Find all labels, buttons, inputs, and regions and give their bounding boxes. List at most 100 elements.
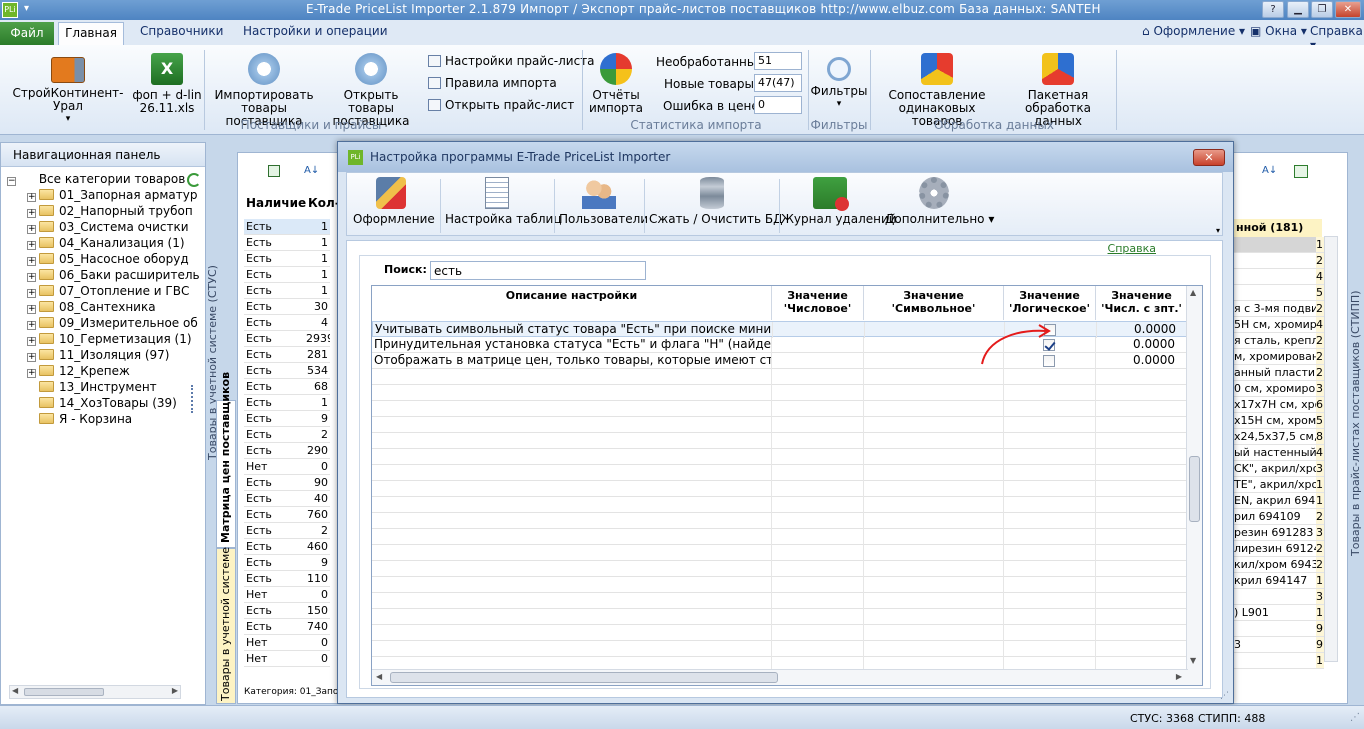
tree-item[interactable]: +06_Баки расширитель <box>27 267 200 283</box>
cell-numeric[interactable] <box>772 401 864 417</box>
right-cell-name[interactable]: рил 694109 <box>1234 509 1316 525</box>
cell-numeric[interactable] <box>772 385 864 401</box>
expand-icon[interactable]: + <box>27 289 36 298</box>
settings-row[interactable] <box>372 561 1188 577</box>
settings-row[interactable]: Принудительная установка статуса "Есть" … <box>372 337 1188 353</box>
matrix-cell-quantity[interactable]: 4 <box>306 315 330 331</box>
compare-button[interactable]: Сопоставление одинаковых товаров <box>874 53 1000 128</box>
matrix-cell-availability[interactable]: Есть <box>244 539 306 555</box>
cell-logical[interactable] <box>1004 625 1096 641</box>
expand-icon[interactable]: + <box>27 369 36 378</box>
cell-description[interactable] <box>372 369 772 385</box>
tab-accounting-goods[interactable]: Товары в учетной системе <box>216 547 236 704</box>
cell-description[interactable] <box>372 497 772 513</box>
right-cell-value[interactable]: 1 <box>1316 477 1324 493</box>
scroll-right-icon[interactable]: ▶ <box>172 686 178 695</box>
tree-item[interactable]: +04_Канализация (1) <box>27 235 185 251</box>
matrix-cell-availability[interactable]: Есть <box>244 395 306 411</box>
help-link[interactable]: Справка <box>1108 242 1156 255</box>
matrix-cell-availability[interactable]: Нет <box>244 459 306 475</box>
cell-decimal[interactable] <box>1096 465 1188 481</box>
expand-icon[interactable]: + <box>27 257 36 266</box>
right-cell-name[interactable]: x24,5x37,5 см, x <box>1234 429 1316 445</box>
expand-icon[interactable]: + <box>27 273 36 282</box>
matrix-cell-availability[interactable]: Есть <box>244 571 306 587</box>
right-cell-value[interactable]: 2 <box>1316 253 1324 269</box>
right-cell-value[interactable]: 2 <box>1316 541 1324 557</box>
tree-item[interactable]: +11_Изоляция (97) <box>27 347 170 363</box>
right-cell-name[interactable]: крил 694147 <box>1234 573 1316 589</box>
right-cell-value[interactable]: 1 <box>1316 573 1324 589</box>
cell-logical[interactable] <box>1004 385 1096 401</box>
matrix-cell-availability[interactable]: Есть <box>244 475 306 491</box>
right-cell-name[interactable]: я с 3-мя подви <box>1234 301 1316 317</box>
cell-symbolic[interactable] <box>864 465 1004 481</box>
tab-stipp[interactable]: Товары в прайс-листах поставщиков (СТИПП… <box>1349 256 1362 557</box>
right-cell-value[interactable]: 1 <box>1316 653 1324 669</box>
cell-logical[interactable] <box>1004 577 1096 593</box>
cell-description[interactable] <box>372 481 772 497</box>
quick-access-icon[interactable]: ▾ <box>24 3 29 14</box>
settings-row[interactable] <box>372 401 1188 417</box>
expand-icon[interactable]: + <box>27 209 36 218</box>
expand-icon[interactable]: + <box>27 305 36 314</box>
matrix-cell-availability[interactable]: Есть <box>244 267 306 283</box>
right-cell-value[interactable]: 2 <box>1316 333 1324 349</box>
cell-symbolic[interactable] <box>864 385 1004 401</box>
cell-description[interactable] <box>372 625 772 641</box>
matrix-cell-availability[interactable]: Есть <box>244 331 306 347</box>
cell-logical[interactable] <box>1004 433 1096 449</box>
open-goods-button[interactable]: Открыть товары поставщика <box>324 53 418 128</box>
cell-decimal[interactable] <box>1096 513 1188 529</box>
cell-description[interactable] <box>372 609 772 625</box>
right-cell-name[interactable]: кил/хром 694307 <box>1234 557 1316 573</box>
cell-symbolic[interactable] <box>864 369 1004 385</box>
cell-decimal[interactable] <box>1096 529 1188 545</box>
cell-decimal[interactable] <box>1096 593 1188 609</box>
cell-logical[interactable] <box>1004 513 1096 529</box>
tool-table-settings-button[interactable]: Настройка таблиц <box>445 177 562 226</box>
expand-icon[interactable]: + <box>27 241 36 250</box>
cell-numeric[interactable] <box>772 529 864 545</box>
cell-description[interactable] <box>372 529 772 545</box>
tree-item[interactable]: Я - Корзина <box>27 411 132 427</box>
cell-numeric[interactable] <box>772 513 864 529</box>
scroll-left-icon[interactable]: ◀ <box>376 672 382 681</box>
cell-symbolic[interactable] <box>864 561 1004 577</box>
right-cell-value[interactable]: 2 <box>1316 365 1324 381</box>
right-cell-value[interactable]: 3 <box>1316 461 1324 477</box>
cell-logical[interactable] <box>1004 609 1096 625</box>
tree-hscrollbar[interactable]: ◀ ▶ <box>9 685 181 699</box>
cell-decimal[interactable] <box>1096 417 1188 433</box>
right-cell-value[interactable]: 4 <box>1316 317 1324 333</box>
right-cell-value[interactable]: 2 <box>1316 509 1324 525</box>
cell-decimal[interactable] <box>1096 497 1188 513</box>
cell-symbolic[interactable] <box>864 577 1004 593</box>
settings-row[interactable] <box>372 369 1188 385</box>
resize-grip-icon[interactable]: ⋰ <box>1220 691 1229 701</box>
matrix-cell-quantity[interactable]: 0 <box>306 651 330 667</box>
matrix-cell-quantity[interactable]: 0 <box>306 635 330 651</box>
settings-row[interactable] <box>372 625 1188 641</box>
cell-decimal[interactable] <box>1096 433 1188 449</box>
import-button[interactable]: Импортировать товары поставщика <box>206 53 322 128</box>
cell-description[interactable] <box>372 593 772 609</box>
right-cell-name[interactable]: ) L901 <box>1234 605 1316 621</box>
cell-decimal[interactable] <box>1096 449 1188 465</box>
cell-numeric[interactable] <box>773 322 865 338</box>
tool-additional-button[interactable]: Дополнительно ▾ <box>885 177 994 226</box>
matrix-cell-availability[interactable]: Есть <box>244 603 306 619</box>
right-cell-value[interactable]: 4 <box>1316 445 1324 461</box>
cell-decimal[interactable]: 0.0000 <box>1096 337 1188 353</box>
scroll-thumb[interactable] <box>390 672 778 683</box>
right-cell-name[interactable]: ый настенный <box>1234 445 1316 461</box>
cell-numeric[interactable] <box>772 433 864 449</box>
right-cell-name[interactable] <box>1234 589 1316 605</box>
toolbar-overflow-icon[interactable]: ▾ <box>1216 226 1220 235</box>
design-menu[interactable]: ⌂ Оформление ▾ <box>1142 24 1245 38</box>
settings-row[interactable] <box>372 417 1188 433</box>
cell-decimal[interactable] <box>1096 641 1188 657</box>
scroll-left-icon[interactable]: ◀ <box>12 686 18 695</box>
export-icon[interactable] <box>1294 165 1308 178</box>
matrix-cell-quantity[interactable]: 40 <box>306 491 330 507</box>
